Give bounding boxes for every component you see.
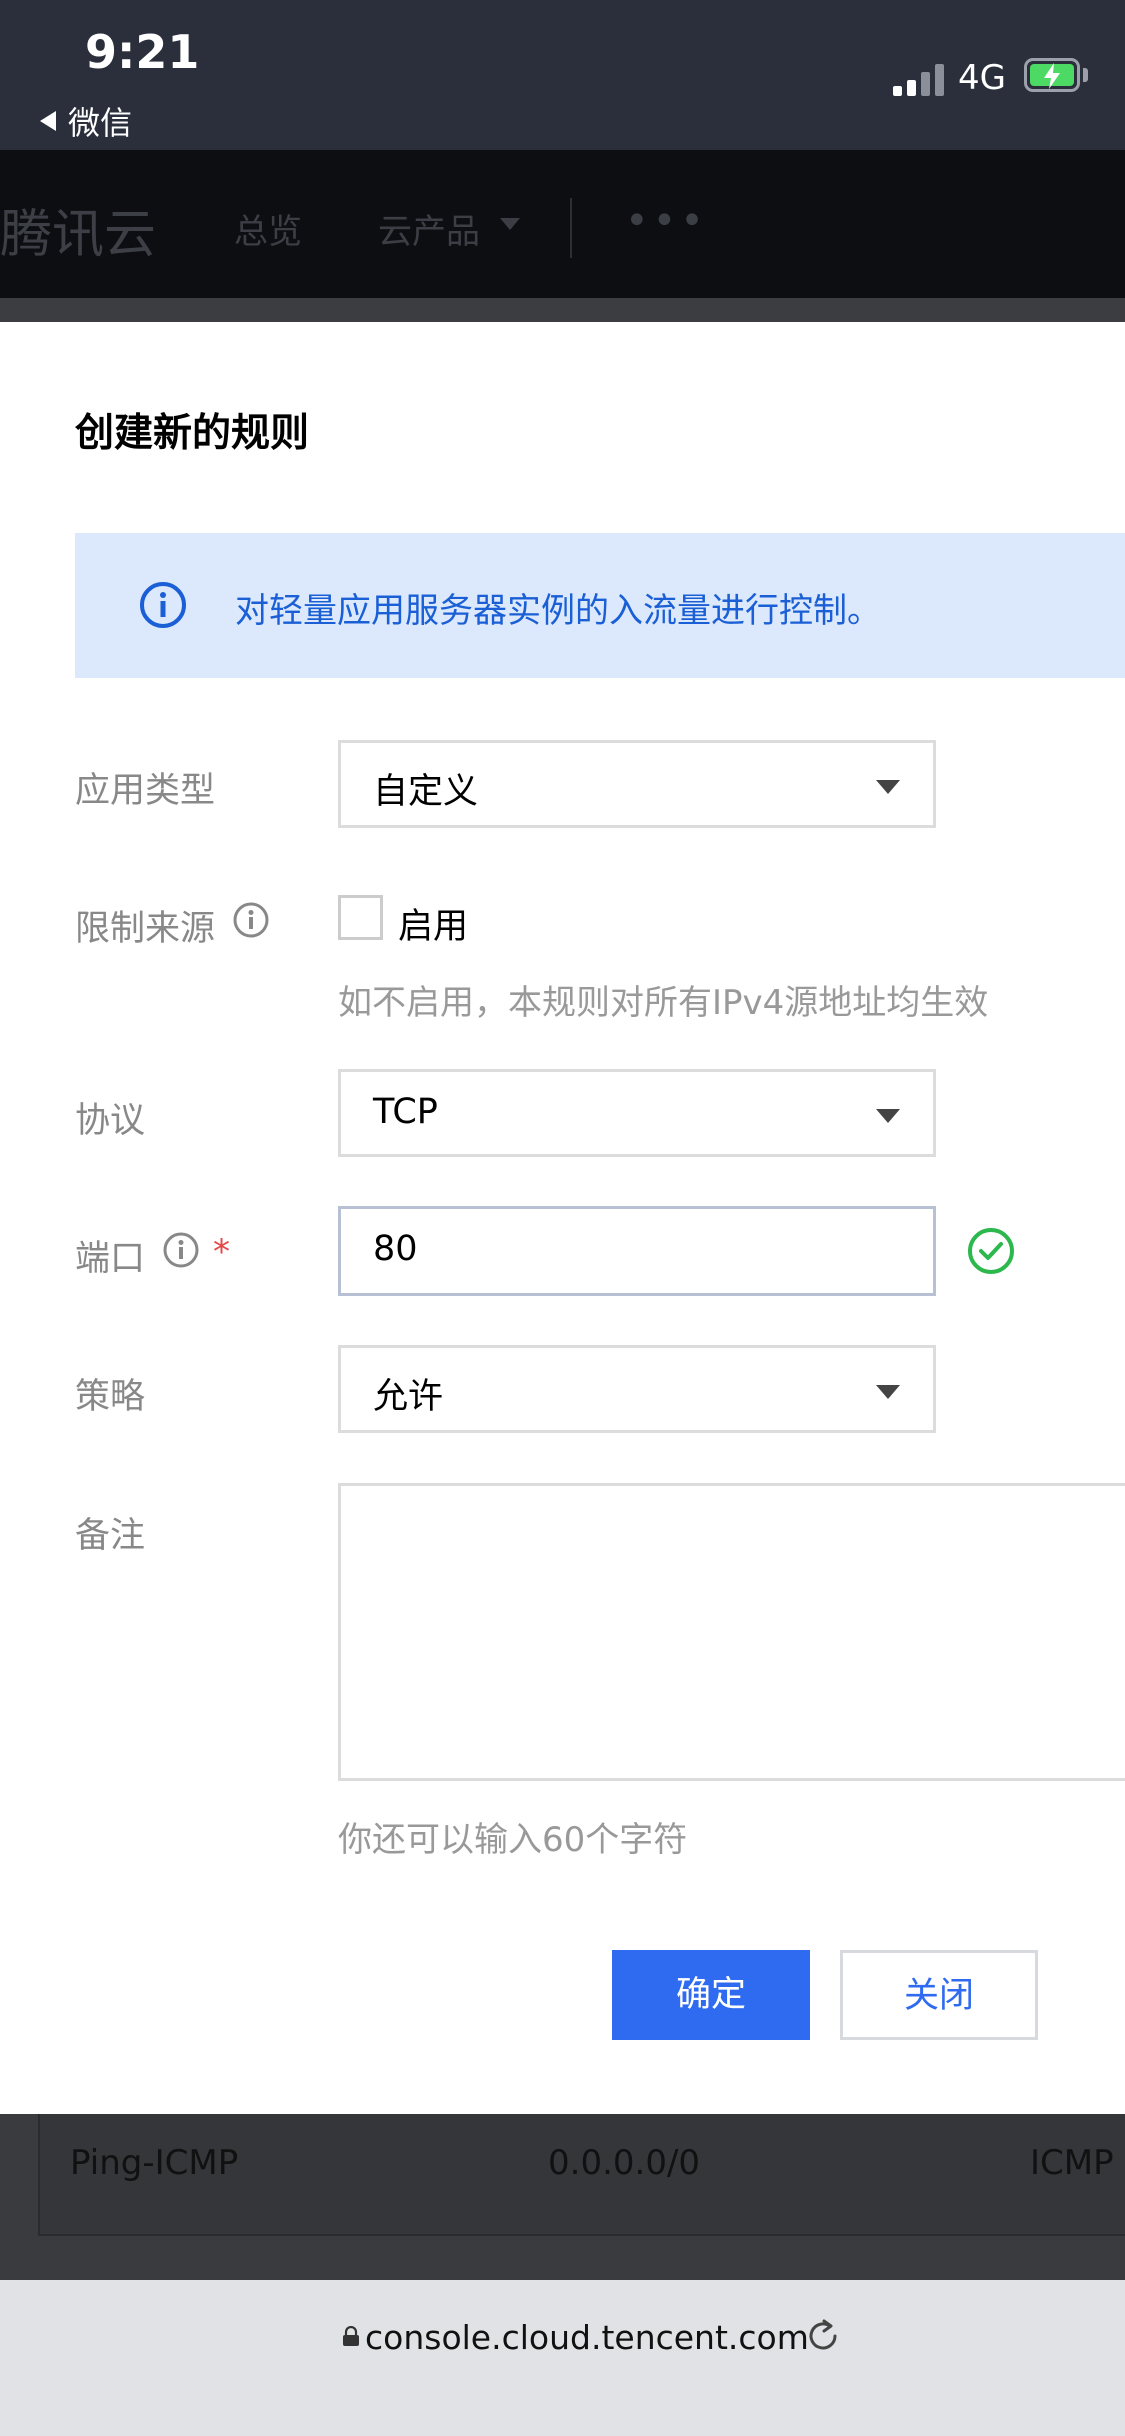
chevron-down-icon [876, 1109, 900, 1123]
chevron-down-icon [876, 1385, 900, 1399]
required-mark: * [213, 1232, 230, 1272]
policy-value: 允许 [373, 1377, 444, 1417]
remark-char-hint: 你还可以输入60个字符 [338, 1820, 688, 1860]
battery-icon [1024, 58, 1080, 92]
notice-text: 对轻量应用服务器实例的入流量进行控制。 [235, 591, 881, 631]
enable-source-checkbox[interactable] [338, 895, 383, 940]
nav-products: 云产品 [378, 212, 480, 252]
battery-tip [1083, 68, 1088, 82]
dialog-title: 创建新的规则 [75, 411, 310, 456]
app-type-value: 自定义 [373, 772, 479, 812]
back-to-app-button[interactable]: 微信 [38, 98, 132, 144]
protocol-value: TCP [373, 1092, 438, 1132]
console-header [0, 150, 1125, 298]
app-type-label: 应用类型 [75, 771, 216, 811]
info-icon[interactable] [232, 901, 270, 939]
table-row-divider [38, 2234, 1125, 2236]
page-backdrop-strip [0, 298, 1125, 322]
policy-select[interactable]: 允许 [338, 1345, 936, 1433]
port-input[interactable]: 80 [338, 1206, 936, 1296]
back-triangle-icon [40, 111, 56, 131]
close-button[interactable]: 关闭 [840, 1950, 1038, 2040]
protocol-label: 协议 [75, 1101, 146, 1141]
back-app-label: 微信 [68, 104, 133, 142]
info-icon [140, 582, 186, 628]
table-cell-name: Ping-ICMP [70, 2143, 239, 2183]
protocol-select[interactable]: TCP [338, 1069, 936, 1157]
check-circle-icon [968, 1228, 1014, 1274]
table-cell-protocol: ICMP [1030, 2143, 1114, 2183]
cellular-signal-icon [893, 62, 944, 96]
nav-divider [570, 198, 572, 258]
brand-logo: 腾讯云 [0, 205, 157, 265]
remark-textarea[interactable] [338, 1483, 1125, 1781]
browser-address-bar[interactable] [0, 2280, 1125, 2436]
source-limit-hint: 如不启用，本规则对所有IPv4源地址均生效 [338, 983, 989, 1023]
address-url[interactable]: console.cloud.tencent.com [365, 2318, 809, 2357]
app-type-select[interactable]: 自定义 [338, 740, 936, 828]
confirm-button[interactable]: 确定 [612, 1950, 810, 2040]
info-icon[interactable] [162, 1231, 200, 1269]
more-icon: ••• [625, 198, 708, 244]
port-label: 端口 [75, 1239, 146, 1279]
source-limit-label: 限制来源 [75, 909, 216, 949]
network-type: 4G [958, 58, 1006, 98]
remark-label: 备注 [75, 1516, 146, 1556]
chevron-down-icon [500, 218, 520, 230]
status-time: 9:21 [85, 25, 200, 79]
policy-label: 策略 [75, 1377, 146, 1417]
chevron-down-icon [876, 780, 900, 794]
table-cell-source: 0.0.0.0/0 [548, 2143, 701, 2183]
nav-overview: 总览 [234, 212, 302, 252]
reload-icon[interactable] [802, 2315, 844, 2357]
port-value: 80 [373, 1229, 418, 1269]
enable-source-label: 启用 [398, 907, 469, 947]
lock-icon [343, 2326, 359, 2346]
